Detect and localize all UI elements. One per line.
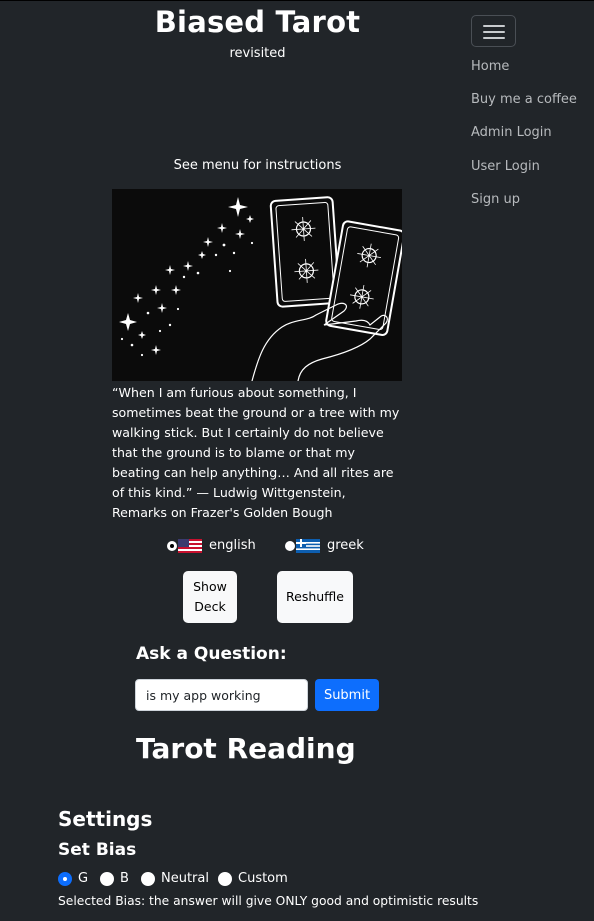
language-label-greek: greek bbox=[327, 538, 364, 553]
reshuffle-button[interactable]: Reshuffle bbox=[277, 571, 353, 623]
nav-link-admin-login[interactable]: Admin Login bbox=[471, 125, 552, 140]
bias-radio-b[interactable] bbox=[100, 871, 114, 886]
tarot-reading-title: Tarot Reading bbox=[136, 732, 356, 765]
greek-flag-icon bbox=[296, 538, 320, 553]
hamburger-icon-bar bbox=[483, 37, 505, 39]
language-label-english: english bbox=[209, 538, 256, 553]
bias-radio-g[interactable] bbox=[58, 871, 72, 886]
tarot-hero-image bbox=[112, 189, 406, 382]
language-radio-english[interactable] bbox=[167, 540, 177, 551]
show-deck-button[interactable]: Show Deck bbox=[183, 571, 237, 623]
tarot-card-back bbox=[269, 196, 341, 308]
wittgenstein-quote: “When I am furious about something, I so… bbox=[112, 385, 400, 520]
page-subtitle: revisited bbox=[229, 46, 286, 61]
stars-decoration bbox=[119, 197, 254, 357]
settings-title: Settings bbox=[58, 807, 153, 831]
question-input[interactable] bbox=[135, 679, 308, 711]
hamburger-icon bbox=[483, 25, 505, 27]
bias-radio-custom[interactable] bbox=[218, 871, 232, 886]
language-option-english[interactable]: english bbox=[167, 538, 256, 553]
hamburger-icon-bar bbox=[483, 31, 505, 33]
nav-link-sign-up[interactable]: Sign up bbox=[471, 192, 520, 207]
nav-link-home[interactable]: Home bbox=[471, 59, 509, 74]
language-radio-greek[interactable] bbox=[285, 540, 295, 551]
nav-link-buy-coffee[interactable]: Buy me a coffee bbox=[471, 92, 577, 107]
bias-option-custom[interactable]: Custom bbox=[218, 871, 288, 886]
bias-option-b[interactable]: B bbox=[100, 871, 129, 886]
menu-toggle-button[interactable] bbox=[471, 15, 516, 47]
bias-option-g[interactable]: G bbox=[58, 871, 88, 886]
bias-label-custom: Custom bbox=[238, 871, 288, 886]
page-title: Biased Tarot bbox=[154, 5, 361, 39]
instructions-hint: See menu for instructions bbox=[173, 158, 342, 173]
bias-label-b: B bbox=[120, 871, 129, 886]
nav-link-user-login[interactable]: User Login bbox=[471, 159, 540, 174]
tarot-card-front bbox=[325, 220, 406, 336]
bias-label-g: G bbox=[78, 871, 89, 886]
language-option-greek[interactable]: greek bbox=[285, 538, 364, 553]
bias-radio-neutral[interactable] bbox=[141, 871, 155, 886]
bias-option-neutral[interactable]: Neutral bbox=[141, 871, 209, 886]
ask-question-label: Ask a Question: bbox=[136, 644, 287, 664]
us-flag-icon bbox=[178, 538, 202, 553]
bias-label-neutral: Neutral bbox=[161, 871, 209, 886]
selected-bias-description: Selected Bias: the answer will give ONLY… bbox=[58, 894, 479, 908]
set-bias-title: Set Bias bbox=[58, 840, 137, 860]
submit-button[interactable]: Submit bbox=[315, 679, 379, 711]
